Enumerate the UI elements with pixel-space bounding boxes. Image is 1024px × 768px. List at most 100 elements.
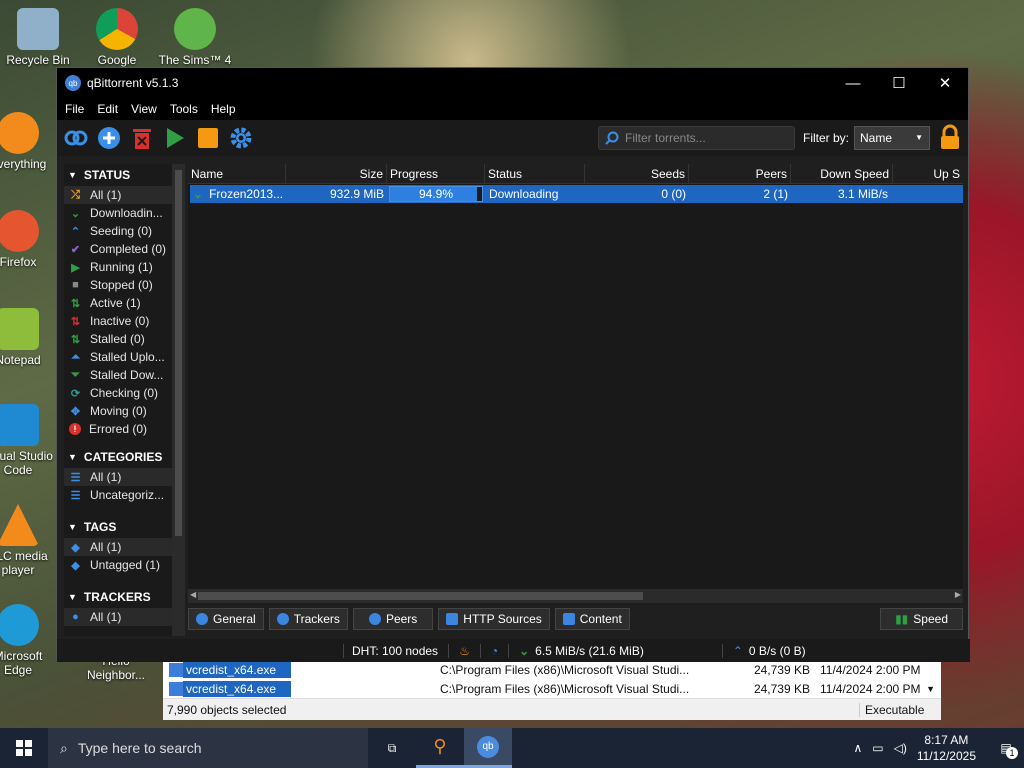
desktop-icon-google[interactable]: Google xyxy=(79,8,155,67)
plus-circle-icon xyxy=(98,127,120,149)
filter-category-uncategorized[interactable]: ☰ Uncategoriz... xyxy=(64,486,172,504)
table-horizontal-scrollbar[interactable]: ◀ ▶ xyxy=(188,589,963,603)
clock[interactable]: 8:17 AM 11/12/2025 xyxy=(917,732,976,764)
tab-trackers[interactable]: Trackers xyxy=(268,608,348,630)
desktop-icon-vscode[interactable]: Visual Studio Code xyxy=(0,404,56,477)
exe-icon xyxy=(169,662,183,677)
table-row[interactable]: ⌄ Frozen2013... 932.9 MiB 94.9% Downloadi… xyxy=(190,185,963,203)
filter-category-all[interactable]: ☰ All (1) xyxy=(64,468,172,486)
notification-center-icon[interactable]: ▤ 1 xyxy=(988,741,1024,759)
scrollbar-thumb[interactable] xyxy=(198,592,643,600)
tab-peers[interactable]: Peers xyxy=(352,608,434,630)
chevron-down-icon: ▼ xyxy=(68,592,77,602)
lock-icon xyxy=(941,124,959,149)
download-speed[interactable]: 6.5 MiB/s (21.6 MiB) xyxy=(535,644,644,658)
exe-icon xyxy=(169,681,183,696)
menu-file[interactable]: File xyxy=(65,102,84,116)
column-name[interactable]: Name xyxy=(188,164,286,184)
title-bar[interactable]: qb qBittorrent v5.1.3 — ☐ ✕ xyxy=(57,68,968,98)
column-peers[interactable]: Peers xyxy=(689,164,791,184)
filter-status-stopped[interactable]: ■ Stopped (0) xyxy=(64,276,172,294)
desktop-icon-recycle-bin[interactable]: Recycle Bin xyxy=(0,8,76,67)
trackers-section-header[interactable]: ▼ TRACKERS xyxy=(64,586,172,608)
desktop-icon-edge[interactable]: Microsoft Edge xyxy=(0,604,56,677)
filter-status-all[interactable]: ⤮ All (1) xyxy=(64,186,172,204)
filter-status-stalled-downloading[interactable]: ⏷ Stalled Dow... xyxy=(64,366,172,384)
scrollbar-thumb[interactable] xyxy=(175,170,182,536)
taskbar-search[interactable]: ⌕ Type here to search xyxy=(48,728,368,768)
desktop-icon-firefox[interactable]: Firefox xyxy=(0,210,56,269)
network-icon[interactable]: ▭ xyxy=(872,741,883,755)
file-name: vcredist_x64.exe xyxy=(183,680,291,697)
filter-status-stalled[interactable]: ⇅ Stalled (0) xyxy=(64,330,172,348)
filter-status-checking[interactable]: ⟳ Checking (0) xyxy=(64,384,172,402)
filter-status-seeding[interactable]: ⌃ Seeding (0) xyxy=(64,222,172,240)
filter-torrents-input[interactable]: Filter torrents... xyxy=(598,126,795,150)
scroll-left-icon[interactable]: ◀ xyxy=(190,590,196,599)
tags-section-header[interactable]: ▼ TAGS xyxy=(64,516,172,538)
delete-button[interactable] xyxy=(129,125,155,151)
start-button[interactable] xyxy=(0,728,48,768)
filter-status-active[interactable]: ⇅ Active (1) xyxy=(64,294,172,312)
desktop-icon-vlc[interactable]: VLC media player xyxy=(0,504,56,577)
filter-tracker-all[interactable]: ● All (1) xyxy=(64,608,172,626)
filter-status-completed[interactable]: ✔ Completed (0) xyxy=(64,240,172,258)
firewall-icon[interactable]: ♨ xyxy=(448,643,470,658)
taskbar-qbittorrent-icon[interactable]: qb xyxy=(464,728,512,768)
menu-help[interactable]: Help xyxy=(211,102,236,116)
tab-http-sources[interactable]: HTTP Sources xyxy=(438,608,550,630)
column-up-speed[interactable]: Up S xyxy=(893,164,963,184)
checkmark-icon: ✔ xyxy=(70,243,81,256)
stop-button[interactable] xyxy=(195,125,221,151)
desktop-icon-notepad[interactable]: Notepad xyxy=(0,308,56,367)
column-down-speed[interactable]: Down Speed xyxy=(791,164,893,184)
task-view-icon[interactable]: ⧉ xyxy=(368,728,416,768)
menu-edit[interactable]: Edit xyxy=(97,102,118,116)
speed-limit-icon[interactable]: ◔ xyxy=(479,643,498,658)
minimize-button[interactable]: — xyxy=(830,68,876,98)
show-hidden-icons-icon[interactable]: ∧ xyxy=(853,741,862,755)
filter-label: Checking (0) xyxy=(90,386,159,400)
download-chevron-icon: ⌄ xyxy=(70,207,81,220)
start-button[interactable] xyxy=(162,125,188,151)
desktop-icon-everything[interactable]: Everything xyxy=(0,112,56,171)
column-progress[interactable]: Progress xyxy=(387,164,485,184)
column-size[interactable]: Size xyxy=(286,164,387,184)
scroll-down-icon[interactable]: ▼ xyxy=(926,684,935,694)
filter-by-select[interactable]: Name ▼ xyxy=(854,126,930,150)
sidebar-scrollbar[interactable] xyxy=(172,164,185,636)
column-seeds[interactable]: Seeds xyxy=(585,164,689,184)
filter-status-errored[interactable]: ! Errored (0) xyxy=(64,420,172,438)
options-button[interactable] xyxy=(228,125,254,151)
filter-tag-all[interactable]: ◆ All (1) xyxy=(64,538,172,556)
tab-content[interactable]: Content xyxy=(554,608,630,630)
scroll-right-icon[interactable]: ▶ xyxy=(955,590,961,599)
filter-status-moving[interactable]: ✥ Moving (0) xyxy=(64,402,172,420)
filter-label: Stalled (0) xyxy=(90,332,145,346)
filter-tag-untagged[interactable]: ◆ Untagged (1) xyxy=(64,556,172,574)
list-icon: ☰ xyxy=(70,471,81,484)
explorer-row[interactable]: vcredist_x64.exe C:\Program Files (x86)\… xyxy=(163,660,941,679)
categories-section-header[interactable]: ▼ CATEGORIES xyxy=(64,446,172,468)
maximize-button[interactable]: ☐ xyxy=(876,68,922,98)
filter-status-downloading[interactable]: ⌄ Downloadin... xyxy=(64,204,172,222)
menu-tools[interactable]: Tools xyxy=(170,102,198,116)
filter-status-inactive[interactable]: ⇅ Inactive (0) xyxy=(64,312,172,330)
filter-status-running[interactable]: ▶ Running (1) xyxy=(64,258,172,276)
add-link-button[interactable] xyxy=(63,125,89,151)
close-button[interactable]: ✕ xyxy=(922,68,968,98)
volume-icon[interactable]: ◁) xyxy=(894,741,907,755)
menu-view[interactable]: View xyxy=(131,102,157,116)
status-section-header[interactable]: ▼ STATUS xyxy=(64,164,172,186)
tab-speed[interactable]: ▮▮ Speed xyxy=(880,608,963,630)
desktop-label: Recycle Bin xyxy=(6,53,70,67)
desktop-icon-sims[interactable]: The Sims™ 4 xyxy=(157,8,233,67)
tab-general[interactable]: General xyxy=(188,608,264,630)
lock-button[interactable] xyxy=(939,124,961,150)
taskbar-everything-icon[interactable]: ⚲ xyxy=(416,728,464,768)
explorer-row[interactable]: vcredist_x64.exe C:\Program Files (x86)\… xyxy=(163,679,941,698)
filter-status-stalled-uploading[interactable]: ⏶ Stalled Uplo... xyxy=(64,348,172,366)
upload-speed[interactable]: 0 B/s (0 B) xyxy=(749,644,806,658)
column-status[interactable]: Status xyxy=(485,164,585,184)
add-torrent-button[interactable] xyxy=(96,125,122,151)
